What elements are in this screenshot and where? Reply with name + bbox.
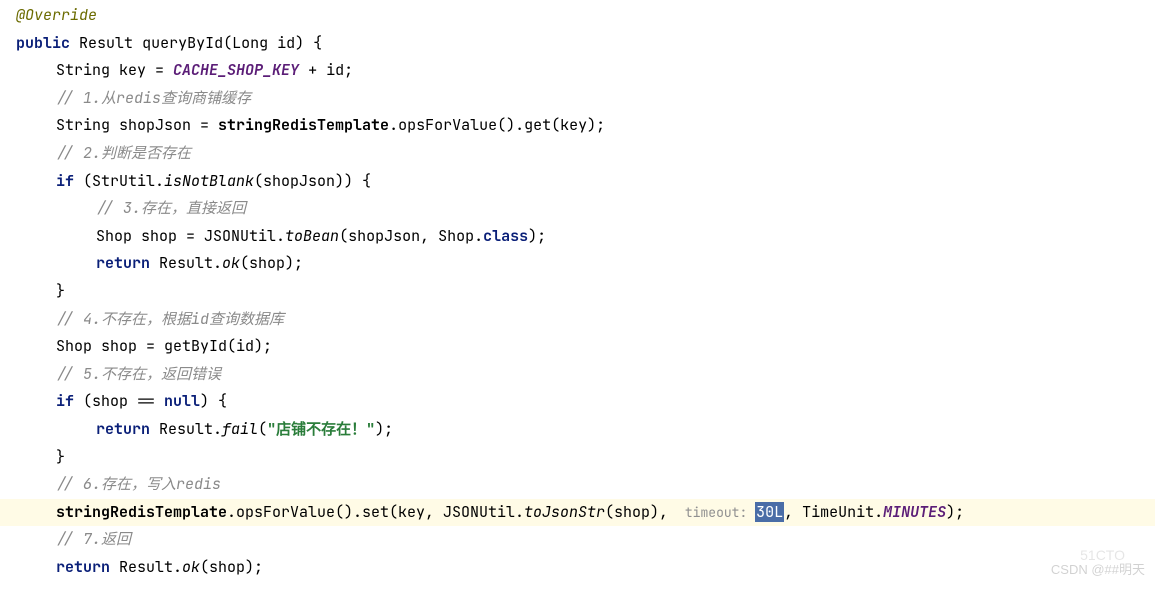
keyword-return: return: [96, 253, 150, 273]
field: stringRedisTemplate: [56, 502, 227, 522]
rest: .opsForValue().get(key);: [389, 115, 605, 135]
t: Result.: [150, 253, 222, 273]
b: (shop),: [605, 502, 677, 522]
rest: );: [375, 419, 393, 439]
param: (shopJson, Shop.: [339, 226, 483, 246]
assign: shopJson =: [119, 115, 218, 135]
keyword-if: if: [56, 391, 74, 411]
comment: // 5.不存在，返回错误: [16, 361, 1155, 389]
comment: // 7.返回: [16, 526, 1155, 554]
comment: // 3.存在，直接返回: [16, 195, 1155, 223]
constant: CACHE_SHOP_KEY: [173, 60, 299, 80]
static-method: toBean: [285, 226, 339, 246]
field: stringRedisTemplate: [218, 115, 389, 135]
overlay-box: [825, 355, 980, 435]
rest: (shop);: [200, 557, 263, 577]
rest: (shop);: [240, 253, 303, 273]
watermark-primary: CSDN @##明天: [1051, 556, 1145, 584]
method-name: queryById: [142, 33, 223, 53]
code-line: return Result.ok(shop);: [16, 250, 1155, 278]
rest: );: [528, 226, 546, 246]
rest: ) {: [200, 391, 227, 411]
comment: // 4.不存在，根据id查询数据库: [16, 306, 1155, 334]
c: , TimeUnit.: [784, 502, 883, 522]
highlighted-line: stringRedisTemplate.opsForValue().set(ke…: [0, 499, 1155, 527]
keyword-return: return: [96, 419, 150, 439]
type: String: [56, 115, 110, 135]
rest: );: [946, 502, 964, 522]
brace: {: [304, 33, 322, 53]
type: String: [56, 60, 110, 80]
code-block: @Override public Result queryById(Long i…: [0, 0, 1155, 581]
keyword-if: if: [56, 171, 74, 191]
static-method: toJsonStr: [524, 502, 605, 522]
code-line: public Result queryById(Long id) {: [16, 30, 1155, 58]
code-line: if (StrUtil.isNotBlank(shopJson)) {: [16, 168, 1155, 196]
comment: // 6.存在，写入redis: [16, 471, 1155, 499]
keyword-null: null: [164, 391, 200, 411]
static-method: fail: [222, 419, 258, 439]
param: Long id: [232, 33, 295, 53]
assign: shop = JSONUtil.: [141, 226, 285, 246]
brace-close: }: [16, 444, 1155, 472]
constant: MINUTES: [883, 502, 946, 522]
brace-close: }: [16, 278, 1155, 306]
code-line: if (shop == null) {: [16, 388, 1155, 416]
t: Result.: [110, 557, 182, 577]
static-method: ok: [182, 557, 200, 577]
code-line: Shop shop = getById(id);: [16, 333, 1155, 361]
keyword-public: public: [16, 33, 70, 53]
keyword-class: class: [483, 226, 528, 246]
code-line: return Result.ok(shop);: [16, 554, 1155, 582]
code-line: return Result.fail("店铺不存在！");: [16, 416, 1155, 444]
static-method: isNotBlank: [164, 171, 254, 191]
comment: // 2.判断是否存在: [16, 140, 1155, 168]
type: Shop: [96, 226, 132, 246]
keyword-return: return: [56, 557, 110, 577]
pre: (StrUtil.: [74, 171, 164, 191]
type: Shop: [56, 336, 92, 356]
p: (: [258, 419, 267, 439]
selected-value: 30L: [755, 502, 784, 522]
rest: + id;: [299, 60, 353, 80]
code-line: String shopJson = stringRedisTemplate.op…: [16, 112, 1155, 140]
code-line: String key = CACHE_SHOP_KEY + id;: [16, 57, 1155, 85]
param-hint: timeout:: [677, 504, 755, 521]
assign: key =: [119, 60, 173, 80]
code-line: stringRedisTemplate.opsForValue().set(ke…: [16, 502, 964, 522]
comment: // 1.从redis查询商铺缓存: [16, 85, 1155, 113]
t: Result.: [150, 419, 222, 439]
code-line: @Override: [16, 2, 1155, 30]
annotation: @Override: [16, 5, 97, 25]
code-line: Shop shop = JSONUtil.toBean(shopJson, Sh…: [16, 223, 1155, 251]
pre: (shop ==: [74, 391, 164, 411]
return-type: Result: [79, 33, 133, 53]
a: .opsForValue().set(key, JSONUtil.: [227, 502, 524, 522]
static-method: ok: [222, 253, 240, 273]
string-literal: "店铺不存在！": [267, 419, 375, 439]
post: (shopJson)) {: [254, 171, 371, 191]
assign: shop = getById(id);: [101, 336, 272, 356]
